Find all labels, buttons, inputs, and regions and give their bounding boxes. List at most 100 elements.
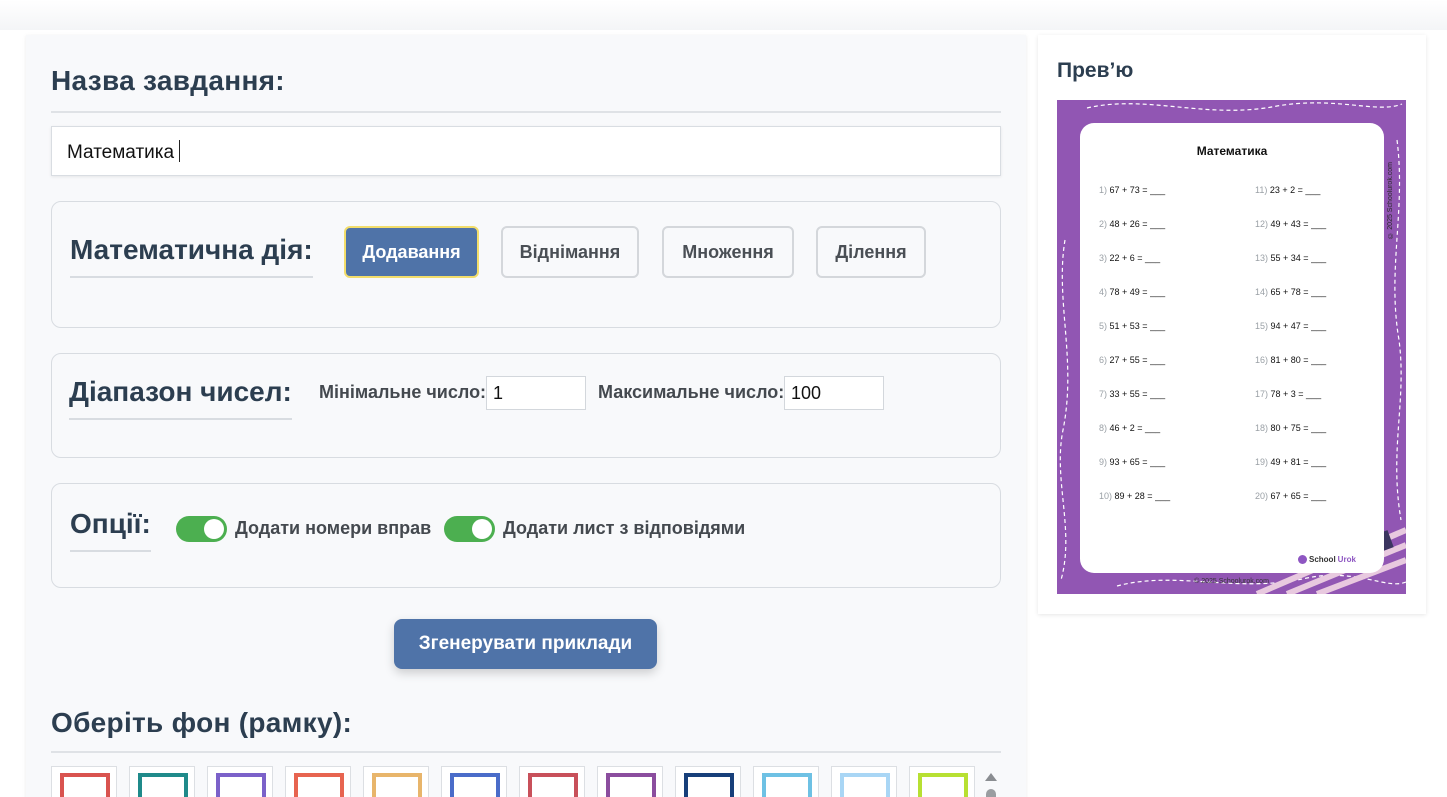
- exercise-item: 2) 48 + 26 = ___: [1099, 219, 1165, 229]
- background-thumbnail[interactable]: [909, 766, 975, 797]
- worksheet-preview[interactable]: Математика 1) 67 + 73 = ___ 2) 48 + 26 = …: [1057, 100, 1406, 594]
- exercise-number: 10): [1099, 491, 1113, 501]
- background-divider: [51, 751, 1001, 753]
- frame-swatch: [294, 773, 344, 797]
- exercise-text: 67 + 65 = ___: [1270, 491, 1327, 501]
- exercise-item: 17) 78 + 3 = ___: [1255, 389, 1321, 399]
- logo-urok-text: Urok: [1337, 555, 1356, 564]
- exercise-number: 11): [1255, 185, 1268, 195]
- exercise-item: 10) 89 + 28 = ___: [1099, 491, 1170, 501]
- exercise-number: 7): [1099, 389, 1108, 399]
- min-number-input[interactable]: [486, 376, 586, 410]
- exercise-number: 20): [1255, 491, 1269, 501]
- scroll-up-arrow[interactable]: [985, 773, 997, 781]
- toggle-knob: [204, 519, 224, 539]
- exercise-number: 19): [1255, 457, 1269, 467]
- exercise-item: 9) 93 + 65 = ___: [1099, 457, 1165, 467]
- exercise-item: 1) 67 + 73 = ___: [1099, 185, 1165, 195]
- max-number-label: Максимальне число:: [598, 382, 785, 402]
- exercise-item: 3) 22 + 6 = ___: [1099, 253, 1160, 263]
- subtract-button[interactable]: Віднімання: [501, 226, 639, 278]
- frame-swatch: [762, 773, 812, 797]
- divide-button[interactable]: Ділення: [816, 226, 926, 278]
- exercise-number: 14): [1255, 287, 1269, 297]
- exercise-item: 20) 67 + 65 = ___: [1255, 491, 1326, 501]
- exercise-text: 33 + 55 = ___: [1109, 389, 1166, 399]
- range-heading: Діапазон чисел:: [69, 376, 292, 420]
- exercise-text: 51 + 53 = ___: [1109, 321, 1166, 331]
- max-number-input[interactable]: [784, 376, 884, 410]
- copyright-side: © 2025 Schoolurok.com: [1387, 162, 1394, 239]
- frame-swatch: [840, 773, 890, 797]
- add-button[interactable]: Додавання: [344, 226, 479, 278]
- exercise-text: 55 + 34 = ___: [1270, 253, 1327, 263]
- background-thumbnail[interactable]: [519, 766, 585, 797]
- exercise-number: 17): [1255, 389, 1269, 399]
- logo-icon: [1298, 555, 1307, 564]
- exercise-number: 4): [1099, 287, 1108, 297]
- exercise-item: 15) 94 + 47 = ___: [1255, 321, 1326, 331]
- schoolurok-logo: School Urok: [1298, 555, 1356, 564]
- exercise-number: 1): [1099, 185, 1108, 195]
- exercise-number: 5): [1099, 321, 1108, 331]
- frame-swatch: [528, 773, 578, 797]
- worksheet-title: Математика: [1196, 144, 1268, 158]
- frame-swatch: [372, 773, 422, 797]
- task-name-heading: Назва завдання:: [51, 65, 285, 96]
- background-thumbnail[interactable]: [597, 766, 663, 797]
- exercise-item: 18) 80 + 75 = ___: [1255, 423, 1326, 433]
- background-thumbnail[interactable]: [441, 766, 507, 797]
- background-thumbnail[interactable]: [285, 766, 351, 797]
- task-name-input[interactable]: Математика: [51, 126, 1001, 176]
- exercise-text: 49 + 43 = ___: [1270, 219, 1327, 229]
- exercise-item: 4) 78 + 49 = ___: [1099, 287, 1165, 297]
- background-thumbnail[interactable]: [51, 766, 117, 797]
- exercise-text: 49 + 81 = ___: [1270, 457, 1327, 467]
- settings-panel: Назва завдання: Математика Математична д…: [26, 35, 1026, 797]
- scrollbar-thumb[interactable]: [986, 789, 996, 797]
- exercise-text: 46 + 2 = ___: [1109, 423, 1161, 433]
- background-thumbnail[interactable]: [675, 766, 741, 797]
- operation-card: Математична дія: Додавання Віднімання Мн…: [51, 201, 1001, 328]
- operation-heading: Математична дія:: [70, 234, 313, 278]
- background-thumbnail[interactable]: [831, 766, 897, 797]
- answer-sheet-toggle[interactable]: [444, 516, 495, 542]
- exercise-text: 22 + 6 = ___: [1109, 253, 1161, 263]
- generate-button[interactable]: Згенерувати приклади: [394, 619, 657, 669]
- toggle-knob: [472, 519, 492, 539]
- exercise-text: 27 + 55 = ___: [1109, 355, 1166, 365]
- frame-swatch: [606, 773, 656, 797]
- frame-swatch: [684, 773, 734, 797]
- multiply-button[interactable]: Множення: [662, 226, 794, 278]
- range-card: Діапазон чисел: Мінімальне число: Максим…: [51, 353, 1001, 458]
- preview-panel: Прев’ю Математика 1) 67 + 73 = ___ 2) 48 …: [1038, 35, 1426, 614]
- background-heading: Оберіть фон (рамку):: [51, 707, 353, 738]
- exercise-item: 5) 51 + 53 = ___: [1099, 321, 1165, 331]
- frame-swatch: [60, 773, 110, 797]
- background-thumbnail[interactable]: [129, 766, 195, 797]
- top-shade: [0, 0, 1447, 30]
- exercise-text: 89 + 28 = ___: [1114, 491, 1171, 501]
- options-heading: Опції:: [70, 508, 151, 552]
- exercise-text: 80 + 75 = ___: [1270, 423, 1327, 433]
- exercise-text: 81 + 80 = ___: [1270, 355, 1327, 365]
- exercise-number: 9): [1099, 457, 1108, 467]
- task-name-value: Математика: [67, 142, 175, 163]
- exercise-number: 16): [1255, 355, 1269, 365]
- exercise-item: 14) 65 + 78 = ___: [1255, 287, 1326, 297]
- background-thumbnail[interactable]: [207, 766, 273, 797]
- exercise-text: 93 + 65 = ___: [1109, 457, 1166, 467]
- exercise-item: 11) 23 + 2 = ___: [1255, 185, 1320, 195]
- exercise-text: 23 + 2 = ___: [1269, 185, 1321, 195]
- exercise-item: 7) 33 + 55 = ___: [1099, 389, 1165, 399]
- frame-swatch: [918, 773, 968, 797]
- background-thumbnail[interactable]: [753, 766, 819, 797]
- exercise-item: 13) 55 + 34 = ___: [1255, 253, 1326, 263]
- exercise-item: 8) 46 + 2 = ___: [1099, 423, 1160, 433]
- exercise-numbers-toggle[interactable]: [176, 516, 227, 542]
- background-thumbnail[interactable]: [363, 766, 429, 797]
- exercise-number: 2): [1099, 219, 1108, 229]
- exercise-item: 16) 81 + 80 = ___: [1255, 355, 1326, 365]
- text-caret: [179, 140, 181, 162]
- exercise-text: 94 + 47 = ___: [1270, 321, 1327, 331]
